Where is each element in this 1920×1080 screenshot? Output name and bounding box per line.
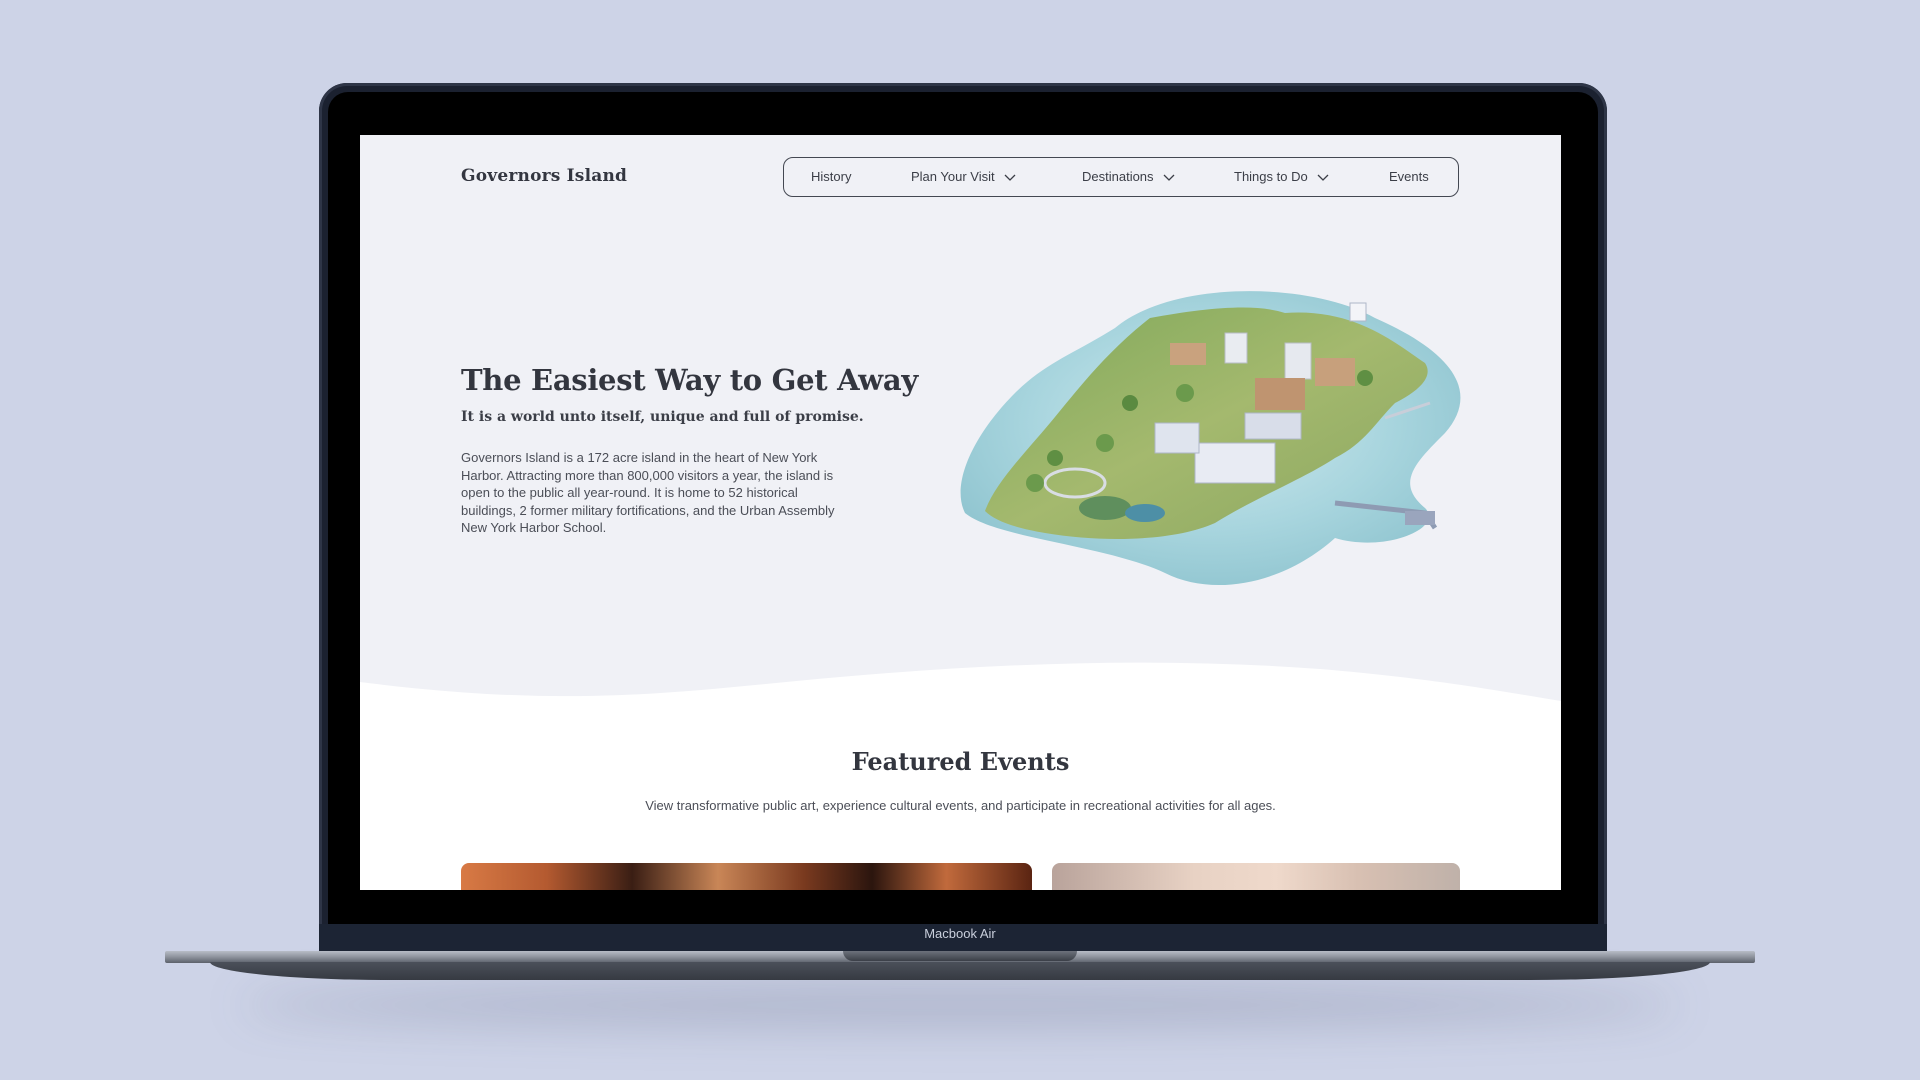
chevron-down-icon [1163,159,1175,197]
device-label: Macbook Air [924,926,996,941]
nav-item-destinations[interactable]: Destinations [1082,158,1175,196]
hero-subtitle: It is a world unto itself, unique and fu… [461,409,864,425]
hero-title: The Easiest Way to Get Away [461,363,918,397]
nav-item-history[interactable]: History [811,158,851,196]
hero-description: Governors Island is a 172 acre island in… [461,450,835,535]
nav-item-things-to-do[interactable]: Things to Do [1234,158,1329,196]
site-logo[interactable]: Governors Island [461,166,627,186]
main-nav: History Plan Your Visit Destinations Thi… [783,157,1459,197]
event-card-image[interactable] [461,863,1032,890]
website-screen: Governors Island History Plan Your Visit… [360,135,1561,890]
island-illustration [960,291,1461,586]
nav-item-label: Things to Do [1234,169,1308,184]
laptop-notch [843,951,1077,961]
featured-events-title: Featured Events [851,747,1070,776]
nav-item-label: Destinations [1082,169,1154,184]
chevron-down-icon [1317,159,1329,197]
nav-item-label: Plan Your Visit [911,169,995,184]
nav-item-label: History [811,169,852,184]
nav-item-events[interactable]: Events [1389,158,1429,196]
chevron-down-icon [1004,159,1016,197]
event-card-image[interactable] [1052,863,1460,890]
laptop-shadow [240,985,1680,1025]
featured-events-description: View transformative public art, experien… [645,798,1276,813]
nav-item-plan-your-visit[interactable]: Plan Your Visit [911,158,1016,196]
nav-item-label: Events [1389,169,1429,184]
laptop-base-edge [210,962,1710,980]
